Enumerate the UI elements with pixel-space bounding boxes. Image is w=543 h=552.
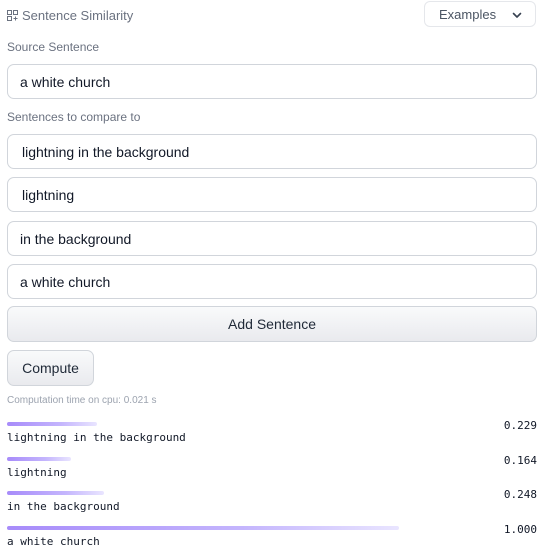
result-row: a white church 1.000 [7,523,537,552]
compute-button[interactable]: Compute [7,350,94,386]
source-sentence-input[interactable]: a white church [7,64,537,99]
compare-sentence-input-4[interactable]: a white church [7,264,537,299]
compare-sentences-label: Sentences to compare to [7,110,141,124]
score-bar [7,457,71,461]
compare-sentence-input-1[interactable]: lightning in the background [7,134,537,169]
examples-dropdown[interactable]: Examples [424,1,536,27]
source-sentence-label: Source Sentence [7,40,100,54]
compare-sentence-input-2[interactable]: lightning [7,177,537,212]
chevron-down-icon [512,12,522,18]
compare-sentence-input-3[interactable]: in the background [7,221,537,256]
result-row: lightning 0.164 [7,454,537,489]
result-label: lightning in the background [7,431,186,444]
task-label: Sentence Similarity [22,7,134,23]
add-sentence-button[interactable]: Add Sentence [7,306,537,342]
result-score: 0.164 [503,454,537,467]
result-label: a white church [7,535,100,548]
sentence-similarity-icon [7,9,18,21]
result-label: in the background [7,500,120,513]
result-score: 0.248 [503,488,537,501]
score-bar [7,526,399,530]
result-score: 0.229 [503,419,537,432]
result-row: in the background 0.248 [7,488,537,523]
result-score: 1.000 [503,523,537,536]
examples-label: Examples [439,6,497,22]
widget-root: Sentence Similarity Examples Source Sent… [0,0,543,552]
score-bar [7,491,104,495]
result-row: lightning in the background 0.229 [7,419,537,454]
result-label: lightning [7,466,67,479]
widget-header: Sentence Similarity Examples [7,1,536,27]
score-bar [7,422,97,426]
computation-time: Computation time on cpu: 0.021 s [7,395,157,406]
